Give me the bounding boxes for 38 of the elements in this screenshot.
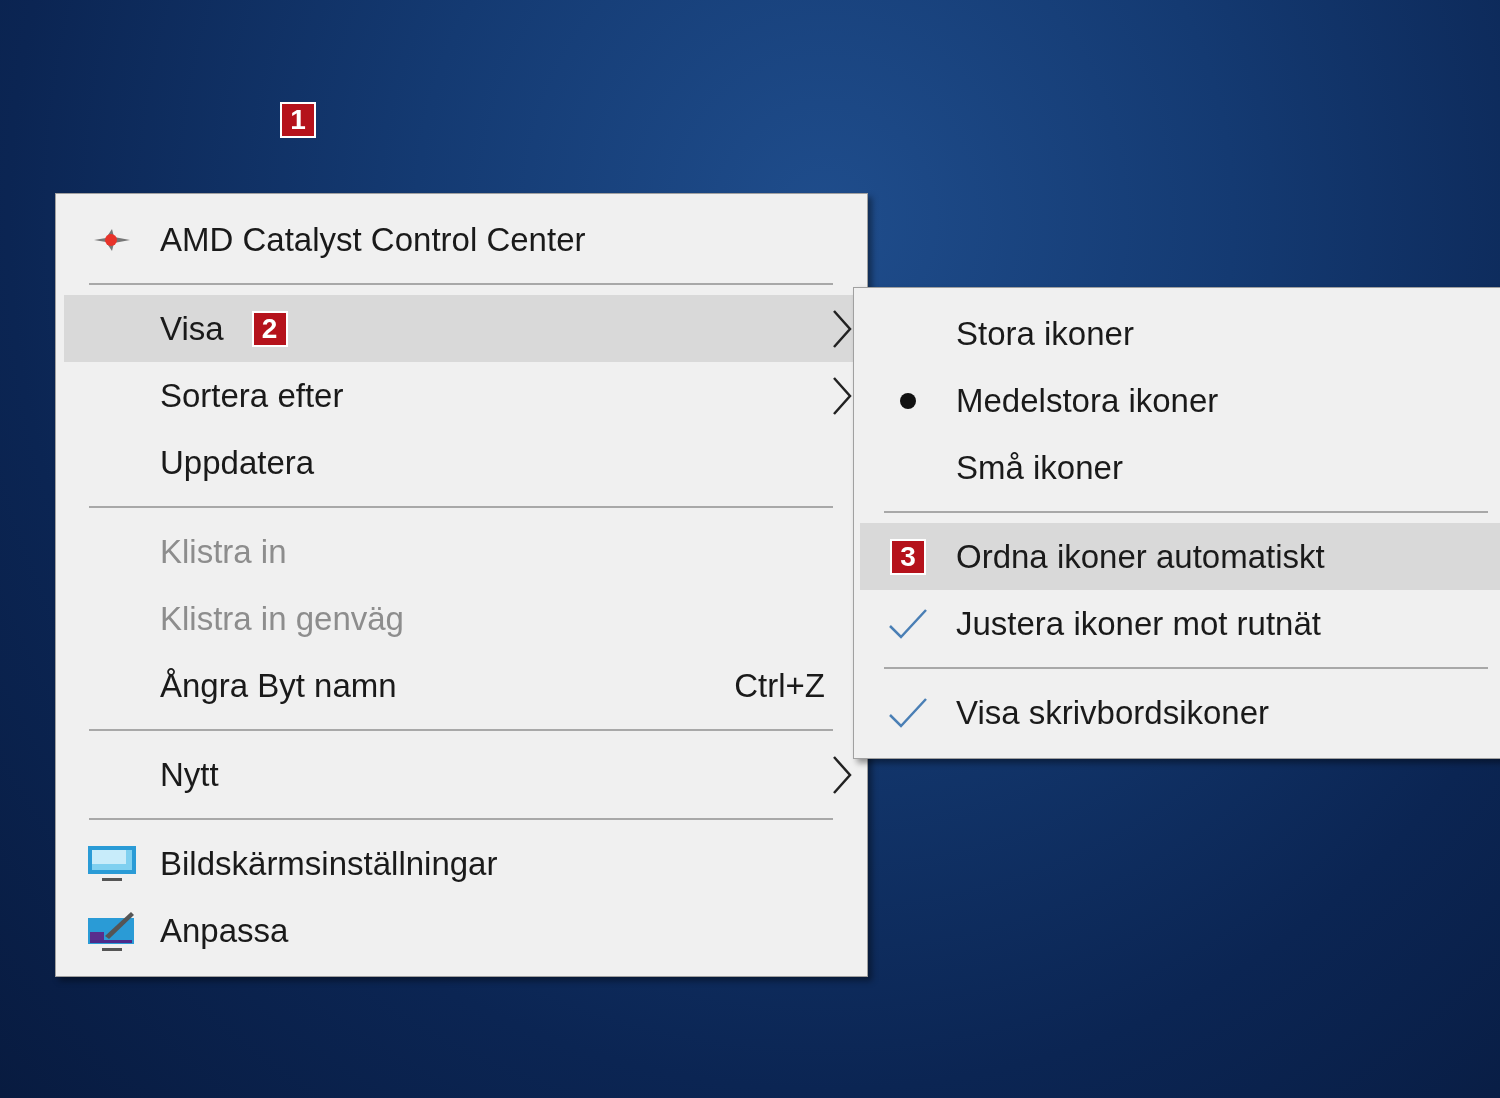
menu-item-label: AMD Catalyst Control Center	[160, 220, 586, 259]
menu-item[interactable]: Nytt	[64, 741, 857, 808]
menu-item-label: Uppdatera	[160, 443, 315, 482]
menu-item-label: Små ikoner	[956, 448, 1123, 487]
menu-item-label: Nytt	[160, 755, 219, 794]
callout-number: 1	[280, 102, 316, 138]
menu-item-label: Stora ikoner	[956, 314, 1134, 353]
checkmark-icon	[888, 696, 928, 729]
menu-item[interactable]: 3 Ordna ikoner automatiskt	[860, 523, 1500, 590]
menu-item-label: Visa skrivbordsikoner	[956, 693, 1270, 732]
menu-item-label: Visa	[160, 309, 224, 348]
menu-item[interactable]: Justera ikoner mot rutnät	[860, 590, 1500, 657]
shortcut-text: Ctrl+Z	[734, 666, 825, 705]
bullet-icon	[899, 391, 917, 410]
menu-item-label: Klistra in	[160, 532, 287, 571]
menu-item[interactable]: Stora ikoner	[860, 300, 1500, 367]
menu-item-label: Klistra in genväg	[160, 599, 404, 638]
menu-item-label: Ångra Byt namn	[160, 666, 397, 705]
menu-item-label: Medelstora ikoner	[956, 381, 1219, 420]
menu-item[interactable]: Uppdatera	[64, 429, 857, 496]
menu-item[interactable]: AMD Catalyst Control Center	[64, 206, 857, 273]
menu-item[interactable]: Små ikoner	[860, 434, 1500, 501]
menu-item[interactable]: Bildskärmsinställningar	[64, 830, 857, 897]
callout-number: 3	[890, 538, 926, 575]
menu-item-label: Justera ikoner mot rutnät	[956, 604, 1321, 643]
menu-item-label: Sortera efter	[160, 376, 344, 415]
monitor-brush-icon	[87, 909, 137, 952]
menu-item[interactable]: Sortera efter	[64, 362, 857, 429]
menu-item-label: Ordna ikoner automatiskt	[956, 537, 1325, 576]
menu-item[interactable]: Medelstora ikoner	[860, 367, 1500, 434]
menu-item[interactable]: Ångra Byt namn Ctrl+Z	[64, 652, 857, 719]
menu-item[interactable]: Visa skrivbordsikoner	[860, 679, 1500, 746]
callout-number: 2	[251, 310, 288, 347]
menu-item-label: Anpassa	[160, 911, 289, 950]
monitor-icon	[87, 843, 137, 884]
menu-item-label: Bildskärmsinställningar	[160, 844, 498, 883]
menu-item[interactable]: Anpassa	[64, 897, 857, 964]
checkmark-icon	[888, 607, 928, 640]
